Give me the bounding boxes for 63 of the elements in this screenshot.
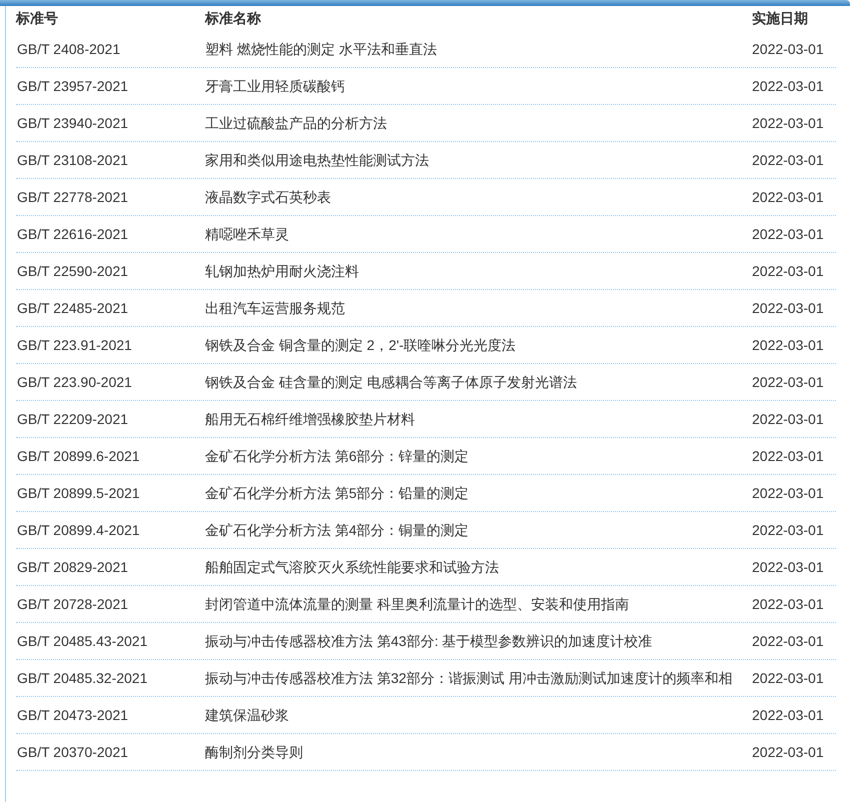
table-cell-text: 2022-03-01 xyxy=(752,669,824,688)
table-cell-text: 2022-03-01 xyxy=(752,484,824,503)
table-cell-text: 塑料 燃烧性能的测定 水平法和垂直法 xyxy=(205,40,438,59)
table-cell-text: 2022-03-01 xyxy=(752,225,824,244)
table-cell-text: 2022-03-01 xyxy=(752,410,824,429)
table-cell-text: 钢铁及合金 铜含量的测定 2，2'-联喹啉分光光度法 xyxy=(205,336,517,355)
table-cell-text: 封闭管道中流体流量的测量 科里奥利流量计的选型、安装和使用指南 xyxy=(205,595,630,614)
table-cell-text: 2022-03-01 xyxy=(752,151,824,170)
table-cell-text: 出租汽车运营服务规范 xyxy=(205,299,346,318)
table-cell-text: 金矿石化学分析方法 第5部分：铅量的测定 xyxy=(205,484,470,503)
table-cell-text: GB/T 22209-2021 xyxy=(16,410,130,429)
table-cell-text: 钢铁及合金 硅含量的测定 电感耦合等离子体原子发射光谱法 xyxy=(205,373,578,392)
table-cell-text: GB/T 223.90-2021 xyxy=(16,373,133,392)
table-cell-text: GB/T 223.91-2021 xyxy=(16,336,133,355)
table-cell-text: GB/T 23957-2021 xyxy=(16,77,130,96)
table-cell-text: 建筑保温砂浆 xyxy=(205,706,290,725)
table-cell-text: 牙膏工业用轻质碳酸钙 xyxy=(205,77,346,96)
table-cell-text: 2022-03-01 xyxy=(752,77,824,96)
table-cell-text: 2022-03-01 xyxy=(752,40,824,59)
table-cell-text: 2022-03-01 xyxy=(752,521,824,540)
table-cell-text: 2022-03-01 xyxy=(752,299,824,318)
table-cell-text: 家用和类似用途电热垫性能测试方法 xyxy=(205,151,430,170)
column-header: 标准号 xyxy=(16,9,59,28)
table-cell-text: GB/T 20728-2021 xyxy=(16,595,130,614)
table-cell-text: 酶制剂分类导则 xyxy=(205,743,304,762)
table-cell-text: 2022-03-01 xyxy=(752,595,824,614)
table-cell-text: 2022-03-01 xyxy=(752,373,824,392)
table-cell-text: 2022-03-01 xyxy=(752,632,824,651)
table-cell-text: 精噁唑禾草灵 xyxy=(205,225,290,244)
table-cell-text: 工业过硫酸盐产品的分析方法 xyxy=(205,114,388,133)
table-cell-text: GB/T 23940-2021 xyxy=(16,114,130,133)
table-cell-text: GB/T 20485.32-2021 xyxy=(16,669,149,688)
table-cell-text: 2022-03-01 xyxy=(752,447,824,466)
table-cell-text: 液晶数字式石英秒表 xyxy=(205,188,332,207)
table-cell-text: GB/T 22616-2021 xyxy=(16,225,130,244)
table-cell-text: GB/T 22590-2021 xyxy=(16,262,130,281)
table-cell-text: 船用无石棉纤维增强橡胶垫片材料 xyxy=(205,410,416,429)
table-cell-text: GB/T 22778-2021 xyxy=(16,188,130,207)
table-cell-text: 船舶固定式气溶胶灭火系统性能要求和试验方法 xyxy=(205,558,500,577)
table-cell-text: 振动与冲击传感器校准方法 第32部分：谐振测试 用冲击激励测试加速度计的频率和相 xyxy=(205,669,734,688)
table-cell-text: GB/T 20899.6-2021 xyxy=(16,447,141,466)
table-cell-text: GB/T 20485.43-2021 xyxy=(16,632,149,651)
table-cell-text: 金矿石化学分析方法 第6部分：锌量的测定 xyxy=(205,447,470,466)
column-header: 标准名称 xyxy=(205,9,262,28)
table-cell-text: 振动与冲击传感器校准方法 第43部分: 基于模型参数辨识的加速度计校准 xyxy=(205,632,654,651)
table-cell-text: 轧钢加热炉用耐火浇注料 xyxy=(205,262,360,281)
table-cell-text: 2022-03-01 xyxy=(752,558,824,577)
table-cell-text: GB/T 20829-2021 xyxy=(16,558,130,577)
table-cell-text: 2022-03-01 xyxy=(752,262,824,281)
table-cell-text: 2022-03-01 xyxy=(752,743,824,762)
column-header: 实施日期 xyxy=(752,9,808,28)
table-cell-text: 2022-03-01 xyxy=(752,188,824,207)
table-cell-text: 2022-03-01 xyxy=(752,114,824,133)
table-cell-text: 2022-03-01 xyxy=(752,336,824,355)
table-cell-text: GB/T 23108-2021 xyxy=(16,151,130,170)
table-cell-text: GB/T 2408-2021 xyxy=(16,40,122,59)
table-cell-text: 金矿石化学分析方法 第4部分：铜量的测定 xyxy=(205,521,470,540)
table-cell-text: 2022-03-01 xyxy=(752,706,824,725)
table-cell-text: GB/T 20899.5-2021 xyxy=(16,484,141,503)
table-cell-text: GB/T 20370-2021 xyxy=(16,743,130,762)
table-cell-text: GB/T 22485-2021 xyxy=(16,299,130,318)
table-cell-text: GB/T 20899.4-2021 xyxy=(16,521,141,540)
table-cell-text: GB/T 20473-2021 xyxy=(16,706,130,725)
